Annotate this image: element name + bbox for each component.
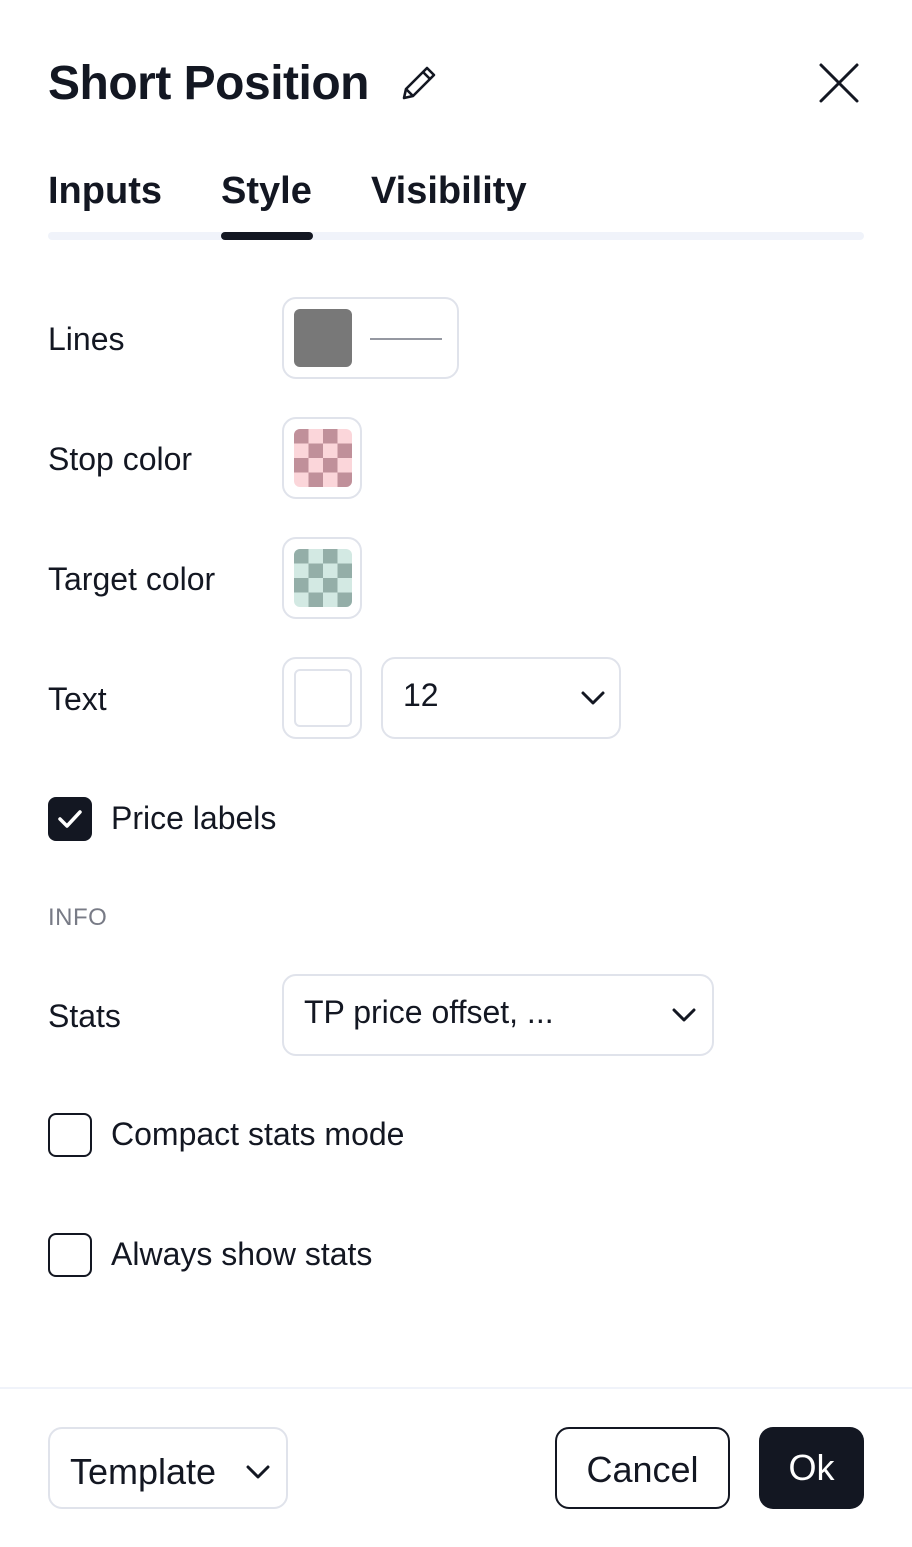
font-size-value: 12 bbox=[403, 677, 439, 713]
cancel-button[interactable]: Cancel bbox=[555, 1427, 730, 1509]
template-label: Template bbox=[70, 1451, 217, 1492]
cancel-label: Cancel bbox=[586, 1449, 699, 1490]
footer-divider bbox=[0, 1387, 912, 1389]
template-dropdown-button[interactable]: Template bbox=[48, 1427, 288, 1509]
tab-bar: Inputs Style Visibility bbox=[48, 170, 864, 242]
close-icon[interactable] bbox=[814, 58, 864, 108]
target-color-checker bbox=[294, 549, 352, 607]
dialog: Short Position Inputs Style Visibility L… bbox=[0, 0, 912, 1547]
tab-inputs[interactable]: Inputs bbox=[48, 170, 162, 213]
target-color-label: Target color bbox=[48, 561, 216, 597]
chevron-down-icon bbox=[581, 691, 605, 705]
compact-stats-label: Compact stats mode bbox=[111, 1116, 405, 1152]
stop-color-checker bbox=[294, 429, 352, 487]
text-label: Text bbox=[48, 681, 107, 717]
chevron-down-icon bbox=[246, 1465, 270, 1479]
compact-stats-checkbox[interactable] bbox=[48, 1113, 92, 1157]
stop-color-swatch[interactable] bbox=[282, 417, 362, 499]
dialog-header: Short Position bbox=[48, 50, 864, 114]
dialog-title: Short Position bbox=[48, 57, 369, 110]
stop-color-label: Stop color bbox=[48, 441, 193, 477]
line-style-preview bbox=[370, 338, 442, 340]
target-color-swatch[interactable] bbox=[282, 537, 362, 619]
lines-label: Lines bbox=[48, 321, 125, 357]
chevron-down-icon bbox=[672, 1008, 696, 1022]
text-color-swatch[interactable] bbox=[282, 657, 362, 739]
always-show-stats-checkbox[interactable] bbox=[48, 1233, 92, 1277]
info-section-heading: INFO bbox=[48, 904, 108, 931]
tab-track bbox=[48, 232, 864, 240]
ok-button[interactable]: Ok bbox=[759, 1427, 864, 1509]
pencil-icon[interactable] bbox=[396, 60, 442, 106]
ok-label: Ok bbox=[788, 1447, 835, 1488]
price-labels-label: Price labels bbox=[111, 800, 277, 836]
font-size-select[interactable]: 12 bbox=[381, 657, 621, 739]
stats-label: Stats bbox=[48, 998, 121, 1034]
checkmark-icon bbox=[58, 810, 82, 828]
active-tab-indicator bbox=[221, 232, 313, 240]
tab-style[interactable]: Style bbox=[221, 170, 312, 213]
lines-style-picker[interactable] bbox=[282, 297, 459, 379]
stats-value: TP price offset, ... bbox=[304, 994, 554, 1030]
tab-visibility[interactable]: Visibility bbox=[371, 170, 527, 213]
always-show-stats-label: Always show stats bbox=[111, 1236, 373, 1272]
text-color-preview bbox=[294, 669, 352, 727]
stats-select[interactable]: TP price offset, ... bbox=[282, 974, 714, 1056]
lines-color-swatch bbox=[294, 309, 352, 367]
price-labels-checkbox[interactable] bbox=[48, 797, 92, 841]
